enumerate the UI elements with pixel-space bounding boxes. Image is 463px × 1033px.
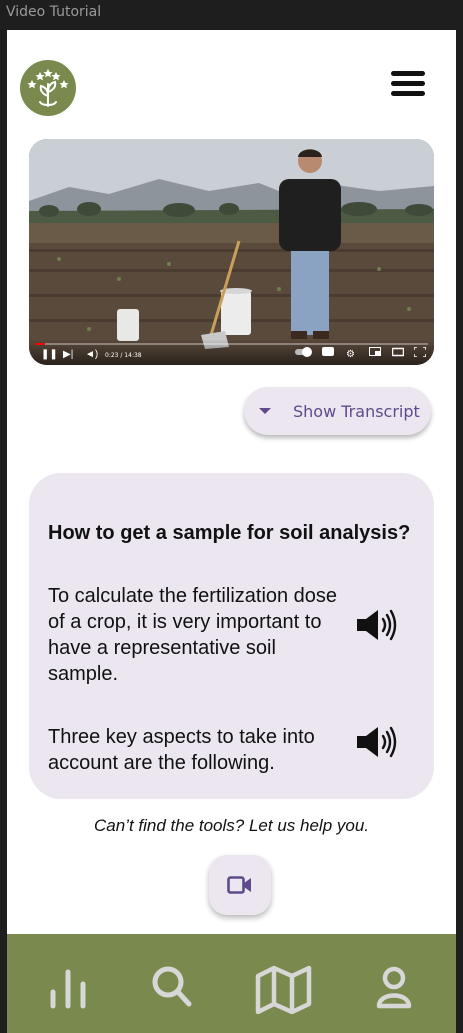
speaker-icon[interactable] bbox=[356, 725, 400, 759]
map-icon[interactable] bbox=[254, 954, 314, 1014]
theater-icon[interactable] bbox=[391, 347, 405, 361]
card-title: How to get a sample for soil analysis? bbox=[48, 522, 411, 544]
speaker-icon[interactable] bbox=[356, 608, 400, 642]
video-camera-icon bbox=[227, 876, 251, 894]
app-screen: ❚❚ ▶| ◄) 0:23 / 14:38 ⚙ Show Transcript … bbox=[7, 30, 456, 1033]
video-frame-image bbox=[29, 139, 434, 365]
window-title: Video Tutorial bbox=[6, 4, 102, 20]
next-icon[interactable]: ▶| bbox=[63, 349, 73, 361]
fullscreen-icon[interactable] bbox=[413, 346, 427, 361]
autoplay-toggle-icon[interactable] bbox=[295, 347, 313, 361]
show-transcript-label: Show Transcript bbox=[293, 402, 420, 421]
settings-icon[interactable]: ⚙ bbox=[346, 349, 355, 361]
search-icon[interactable] bbox=[145, 954, 205, 1014]
bottom-nav bbox=[7, 934, 456, 1033]
captions-icon[interactable] bbox=[322, 347, 334, 361]
show-transcript-button[interactable]: Show Transcript bbox=[244, 387, 431, 435]
video-time-label: 0:23 / 14:38 bbox=[105, 352, 142, 359]
video-controls-bar: ❚❚ ▶| ◄) 0:23 / 14:38 ⚙ bbox=[29, 339, 434, 365]
card-paragraph-2: Three key aspects to take into account a… bbox=[48, 726, 315, 774]
play-pause-icon[interactable]: ❚❚ bbox=[41, 349, 58, 361]
person-icon[interactable] bbox=[365, 954, 425, 1014]
video-progress-bar[interactable] bbox=[35, 343, 428, 345]
plant-stars-logo-icon bbox=[20, 60, 76, 116]
triangle-down-icon bbox=[259, 408, 271, 414]
video-progress-fill bbox=[35, 343, 46, 345]
miniplayer-icon[interactable] bbox=[369, 347, 381, 361]
card-paragraph-1: To calculate the fertilization dose of a… bbox=[48, 585, 338, 685]
video-player[interactable]: ❚❚ ▶| ◄) 0:23 / 14:38 ⚙ bbox=[29, 139, 434, 365]
tutorial-card: How to get a sample for soil analysis? T… bbox=[29, 473, 434, 799]
volume-icon[interactable]: ◄) bbox=[85, 349, 98, 361]
video-call-button[interactable] bbox=[209, 855, 271, 915]
help-text: Can’t find the tools? Let us help you. bbox=[93, 816, 369, 835]
hamburger-menu-icon[interactable] bbox=[387, 68, 427, 100]
bar-chart-icon[interactable] bbox=[41, 954, 101, 1014]
